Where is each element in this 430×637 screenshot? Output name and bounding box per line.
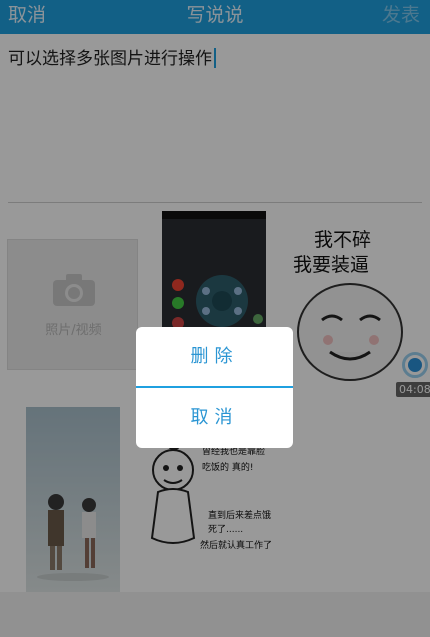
modal-overlay[interactable] [0, 0, 430, 637]
action-dialog: 删除 取消 [136, 327, 293, 448]
app-root: 取消 写说说 发表 可以选择多张图片进行操作 照片/视频 我不碎 我要装逼 曾经… [0, 0, 430, 637]
delete-button[interactable]: 删除 [136, 327, 293, 387]
dialog-cancel-button[interactable]: 取消 [136, 388, 293, 448]
